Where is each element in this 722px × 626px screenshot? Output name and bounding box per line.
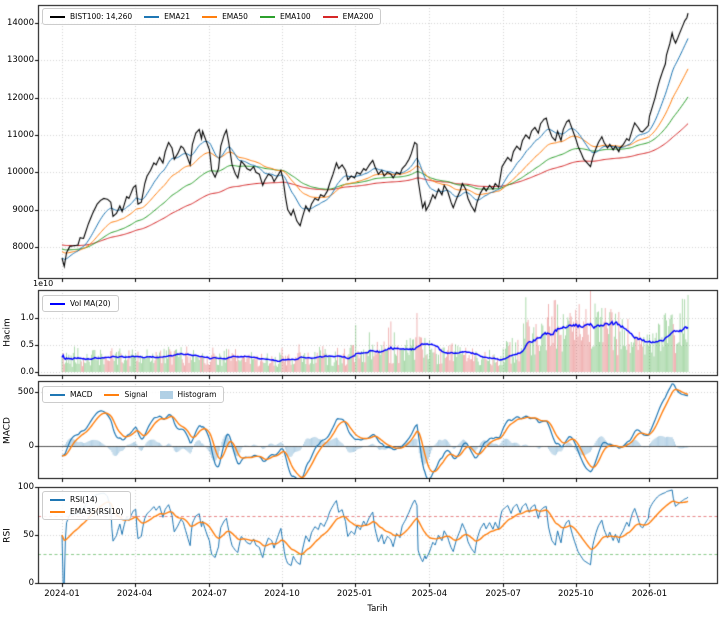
y-tick-label: 14000 xyxy=(0,18,34,28)
legend-entry-ema35-rsi10: EMA35(RSI10) xyxy=(50,507,123,516)
legend-entry-ema50: EMA50 xyxy=(202,12,248,21)
volume-legend: Vol MA(20) xyxy=(42,295,119,312)
x-tick-label: 2025-07 xyxy=(477,589,529,599)
y-tick-label: 13000 xyxy=(0,55,34,65)
bist100-technical-chart: Hacim MACD RSI Tarih 1e10 80009000100001… xyxy=(0,0,722,626)
legend-line-swatch xyxy=(50,394,65,396)
legend-line-swatch xyxy=(202,16,217,18)
legend-patch-swatch xyxy=(160,391,173,399)
legend-entry-label: BIST100: 14,260 xyxy=(70,12,132,21)
legend-entry-ema21: EMA21 xyxy=(144,12,190,21)
y-tick-label: 9000 xyxy=(0,205,34,215)
y-tick-label: 50 xyxy=(0,530,34,540)
legend-line-swatch xyxy=(260,16,275,18)
rsi-legend: RSI(14) EMA35(RSI10) xyxy=(42,491,131,520)
x-tick-label: 2025-10 xyxy=(550,589,602,599)
legend-entry-rsi-14: RSI(14) xyxy=(50,495,98,504)
y-tick-label: 0 xyxy=(0,578,34,588)
legend-entry-label: Signal xyxy=(124,390,147,399)
legend-line-swatch xyxy=(323,16,338,18)
legend-entry-label: Vol MA(20) xyxy=(70,299,111,308)
legend-entry-vol-ma-20: Vol MA(20) xyxy=(50,299,111,308)
legend-entry-ema200: EMA200 xyxy=(323,12,374,21)
legend-entry-label: EMA35(RSI10) xyxy=(70,507,123,516)
macd-legend: MACD Signal Histogram xyxy=(42,386,224,403)
y-tick-label: 0 xyxy=(0,441,34,451)
legend-line-swatch xyxy=(50,16,65,18)
x-tick-label: 2024-04 xyxy=(109,589,161,599)
legend-entry-ema100: EMA100 xyxy=(260,12,311,21)
legend-line-swatch xyxy=(50,303,65,305)
volume-axis-label: Hacim xyxy=(3,303,14,363)
macd-axis-label: MACD xyxy=(3,401,14,461)
y-tick-label: 1.0 xyxy=(0,313,34,323)
y-tick-label: 10000 xyxy=(0,167,34,177)
x-tick-label: 2025-01 xyxy=(329,589,381,599)
y-tick-label: 0.0 xyxy=(0,367,34,377)
legend-entry-label: EMA50 xyxy=(222,12,248,21)
legend-entry-bist100-14-260: BIST100: 14,260 xyxy=(50,12,132,21)
legend-line-swatch xyxy=(144,16,159,18)
legend-line-swatch xyxy=(104,394,119,396)
y-tick-label: 12000 xyxy=(0,93,34,103)
legend-line-swatch xyxy=(50,499,65,501)
legend-entry-label: RSI(14) xyxy=(70,495,98,504)
y-tick-label: 500 xyxy=(0,387,34,397)
legend-entry-label: EMA21 xyxy=(164,12,190,21)
price-legend: BIST100: 14,260 EMA21 EMA50 EMA100 EMA200 xyxy=(42,8,381,25)
legend-entry-histogram: Histogram xyxy=(160,390,217,399)
legend-entry-signal: Signal xyxy=(104,390,147,399)
legend-entry-macd: MACD xyxy=(50,390,92,399)
legend-entry-label: EMA200 xyxy=(343,12,374,21)
volume-offset-text: 1e10 xyxy=(33,279,53,288)
x-tick-label: 2024-10 xyxy=(256,589,308,599)
legend-entry-label: EMA100 xyxy=(280,12,311,21)
y-tick-label: 0.5 xyxy=(0,340,34,350)
legend-entry-label: Histogram xyxy=(178,390,217,399)
y-tick-label: 11000 xyxy=(0,130,34,140)
x-tick-label: 2025-04 xyxy=(403,589,455,599)
chart-text-layer: Hacim MACD RSI Tarih 1e10 80009000100001… xyxy=(0,0,722,626)
x-tick-label: 2024-01 xyxy=(36,589,88,599)
legend-entry-label: MACD xyxy=(70,390,92,399)
x-axis-label: Tarih xyxy=(38,604,717,614)
x-tick-label: 2026-01 xyxy=(623,589,675,599)
y-tick-label: 8000 xyxy=(0,242,34,252)
y-tick-label: 100 xyxy=(0,482,34,492)
x-tick-label: 2024-07 xyxy=(183,589,235,599)
legend-line-swatch xyxy=(50,511,65,513)
